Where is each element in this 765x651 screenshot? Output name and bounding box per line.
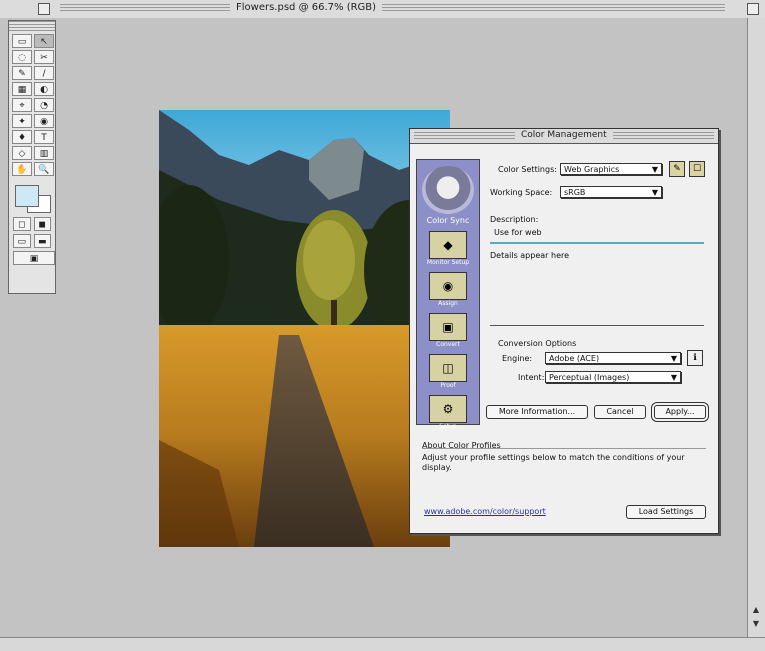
- vertical-scrollbar[interactable]: ▲ ▼: [747, 18, 765, 638]
- landscape-photo: [159, 110, 450, 547]
- footer-divider: [422, 448, 706, 449]
- intent-popup[interactable]: Perceptual (Images) ▼: [545, 371, 681, 383]
- working-space-label: Working Space:: [490, 188, 553, 197]
- scroll-down-arrow[interactable]: ▼: [750, 618, 762, 630]
- intent-label: Intent:: [518, 373, 545, 382]
- tool-button-2[interactable]: ◌: [12, 50, 32, 64]
- quickmask-mode-button[interactable]: ◼: [33, 217, 51, 231]
- popup-arrow-icon: ▼: [651, 188, 658, 197]
- sidebar-items: ◆ Monitor Setup ◉ Assign ▣ Convert ◫ Proof ⚙ Setu…: [417, 231, 479, 430]
- sidebar-item-icon: ▣: [429, 313, 467, 341]
- sidebar-item-label: Convert: [436, 341, 460, 348]
- jump-to-button[interactable]: ▣: [13, 251, 55, 265]
- popup-arrow-icon: ▼: [670, 354, 677, 363]
- screen-mode-buttons: ▭ ▬: [9, 231, 55, 248]
- tool-grid: ▭ ↖ ◌ ✂ ✎ / ▦ ◐ ⌖ ◔ ✦ ◉ ♦ T ◇ ▥ ✋ 🔍: [9, 31, 55, 179]
- sidebar-item[interactable]: ◉ Assign: [417, 272, 479, 307]
- tool-button-7[interactable]: ◐: [34, 82, 54, 96]
- engine-label: Engine:: [502, 354, 533, 363]
- scroll-up-arrow[interactable]: ▲: [750, 604, 762, 616]
- sidebar-item-icon: ◫: [429, 354, 467, 382]
- sidebar-item[interactable]: ⚙ Setup: [417, 395, 479, 430]
- tool-button-16[interactable]: ✋: [12, 162, 32, 176]
- color-management-dialog: Color Management Color Sync ◆ Monitor Set…: [409, 128, 719, 534]
- description-header: Description:: [490, 215, 539, 224]
- details-divider: [490, 325, 704, 326]
- titlebar-stripes: [60, 4, 725, 13]
- dialog-titlebar[interactable]: Color Management: [410, 129, 718, 144]
- engine-value: Adobe (ACE): [549, 354, 600, 363]
- details-text: Details appear here: [490, 251, 570, 260]
- horizontal-scrollbar[interactable]: [0, 637, 765, 651]
- window-titlebar[interactable]: Flowers.psd @ 66.7% (RGB): [0, 0, 765, 19]
- zoom-box[interactable]: [747, 3, 759, 15]
- tool-button-13[interactable]: T: [34, 130, 54, 144]
- popup-arrow-icon: ▼: [670, 373, 677, 382]
- tool-button-12[interactable]: ♦: [12, 130, 32, 144]
- sidebar-brand: Color Sync: [426, 216, 470, 225]
- close-box[interactable]: [38, 3, 50, 15]
- sidebar-item-label: Monitor Setup: [426, 259, 470, 266]
- tool-button-0[interactable]: ▭: [12, 34, 32, 48]
- tool-button-9[interactable]: ◔: [34, 98, 54, 112]
- screen-mode-full[interactable]: ▬: [33, 234, 51, 248]
- sidebar-item-icon: ◆: [429, 231, 467, 259]
- support-link[interactable]: www.adobe.com/color/support: [424, 507, 546, 516]
- toolbox-palette: ▭ ↖ ◌ ✂ ✎ / ▦ ◐ ⌖ ◔ ✦ ◉ ♦ T ◇ ▥ ✋ 🔍 ◻ ◼ ▭ ▬ ▣: [8, 20, 56, 294]
- dialog-title: Color Management: [515, 130, 613, 140]
- tool-button-5[interactable]: /: [34, 66, 54, 80]
- toolbox-header[interactable]: [9, 21, 55, 31]
- tool-button-1[interactable]: ↖: [34, 34, 54, 48]
- more-information-button[interactable]: More Information...: [486, 405, 588, 419]
- tool-button-11[interactable]: ◉: [34, 114, 54, 128]
- color-settings-label: Color Settings:: [498, 165, 557, 174]
- tool-button-4[interactable]: ✎: [12, 66, 32, 80]
- sidebar-item[interactable]: ◫ Proof: [417, 354, 479, 389]
- intent-value: Perceptual (Images): [549, 373, 630, 382]
- conversion-options-header: Conversion Options: [498, 339, 577, 348]
- popup-arrow-icon: ▼: [651, 165, 658, 174]
- sidebar-item-label: Setup: [439, 423, 457, 430]
- working-space-value: sRGB: [564, 188, 586, 197]
- sidebar-item-label: Assign: [438, 300, 458, 307]
- sidebar-item-icon: ◉: [429, 272, 467, 300]
- footer-text: Adjust your profile settings below to ma…: [422, 453, 685, 472]
- tool-button-17[interactable]: 🔍: [34, 162, 54, 176]
- tool-button-14[interactable]: ◇: [12, 146, 32, 160]
- tool-button-8[interactable]: ⌖: [12, 98, 32, 112]
- colorsync-logo-icon: [422, 166, 474, 214]
- load-settings-button[interactable]: Load Settings: [626, 505, 706, 519]
- engine-extra-button[interactable]: ℹ: [687, 350, 703, 366]
- color-swatches: [13, 185, 51, 213]
- tool-button-6[interactable]: ▦: [12, 82, 32, 96]
- standard-mode-button[interactable]: ◻: [13, 217, 31, 231]
- sidebar-item[interactable]: ▣ Convert: [417, 313, 479, 348]
- engine-popup[interactable]: Adobe (ACE) ▼: [545, 352, 681, 364]
- window-title: Flowers.psd @ 66.7% (RGB): [230, 2, 383, 13]
- sidebar-item-icon: ⚙: [429, 395, 467, 423]
- working-space-popup[interactable]: sRGB ▼: [560, 186, 662, 198]
- tool-button-3[interactable]: ✂: [34, 50, 54, 64]
- document-image[interactable]: [159, 110, 450, 547]
- apply-button[interactable]: Apply...: [654, 405, 706, 419]
- tool-button-10[interactable]: ✦: [12, 114, 32, 128]
- description-divider: [490, 242, 704, 244]
- cancel-button[interactable]: Cancel: [594, 405, 646, 419]
- load-settings-icon[interactable]: ☐: [689, 161, 705, 177]
- dialog-sidebar: Color Sync ◆ Monitor Setup ◉ Assign ▣ Convert…: [416, 159, 480, 430]
- jump-to-row: ▣: [9, 248, 55, 265]
- tool-button-15[interactable]: ▥: [34, 146, 54, 160]
- description-line: Use for web: [494, 228, 542, 237]
- save-settings-icon[interactable]: ✎: [669, 161, 685, 177]
- foreground-color-swatch[interactable]: [15, 185, 39, 207]
- color-settings-value: Web Graphics: [564, 165, 620, 174]
- sidebar-item-label: Proof: [440, 382, 456, 389]
- color-settings-popup[interactable]: Web Graphics ▼: [560, 163, 662, 175]
- screen-mode-standard[interactable]: ▭: [13, 234, 31, 248]
- mode-buttons: ◻ ◼: [9, 217, 55, 231]
- sidebar-item[interactable]: ◆ Monitor Setup: [417, 231, 479, 266]
